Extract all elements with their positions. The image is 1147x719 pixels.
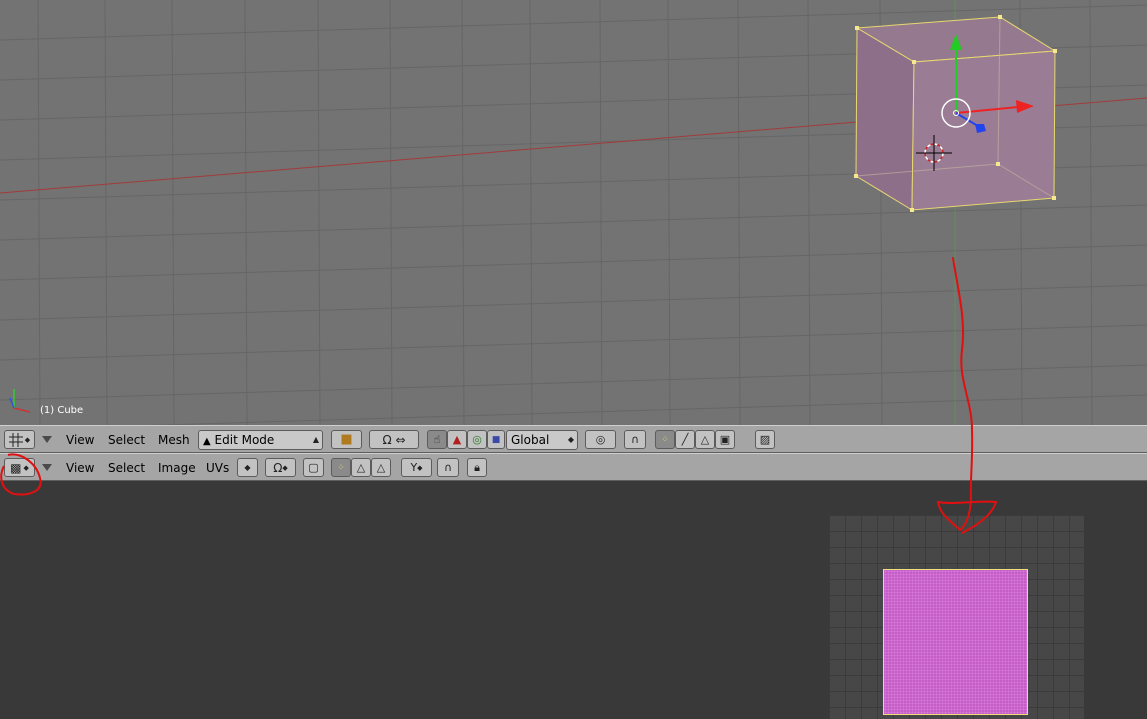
lock-icon[interactable]: 🔒︎	[467, 458, 487, 477]
rotate-icon[interactable]: ◎	[467, 430, 487, 449]
chevron-updown-icon: ◆	[567, 435, 574, 444]
orientation-select[interactable]: Global ◆	[506, 430, 578, 450]
scale-icon[interactable]: ■	[487, 430, 505, 449]
translate-icon[interactable]: ▲	[447, 430, 467, 449]
menu-select[interactable]: Select	[108, 460, 145, 476]
occlude-icon[interactable]: ▣	[715, 430, 735, 449]
proportional-icon[interactable]: ◎	[585, 430, 616, 449]
pivot-icon[interactable]: ◆	[237, 458, 258, 477]
mode-select-value: Edit Mode	[214, 433, 275, 447]
chevron-updown-icon: ▲	[312, 435, 319, 444]
y-fork-icon[interactable]: Y ◆	[401, 458, 432, 477]
menu-view[interactable]: View	[66, 460, 94, 476]
object-label: (1) Cube	[40, 405, 84, 416]
sticky-icon[interactable]: Ω ◆	[265, 458, 296, 477]
pivot-icon[interactable]: Ω ⇔	[369, 430, 419, 449]
image-editor-header: ▩ ◆ View Select Image UVs ◆ Ω ◆ ▢ ⁘ △ △ Y ◆…	[0, 453, 1147, 481]
edit-mode-icon: ▲	[203, 436, 211, 447]
collapse-menu-icon[interactable]	[42, 436, 52, 443]
orientation-select-value: Global	[511, 433, 550, 447]
uv-editor-area[interactable]	[0, 481, 1147, 719]
menu-uvs[interactable]: UVs	[206, 460, 229, 476]
viewport-grid	[0, 0, 1147, 425]
uv-sync-icon[interactable]: ▢	[303, 458, 324, 477]
render-icon[interactable]: ▨	[755, 430, 775, 449]
face-select-icon[interactable]: △	[695, 430, 715, 449]
edge-select-icon[interactable]: △	[351, 458, 371, 477]
3d-viewport[interactable]: (1) Cube	[0, 0, 1147, 425]
snap-icon[interactable]: ∩	[624, 430, 646, 449]
face-select-icon[interactable]: △	[371, 458, 391, 477]
edge-select-icon[interactable]: ╱	[675, 430, 695, 449]
view-axes-icon	[9, 389, 31, 413]
menu-select[interactable]: Select	[108, 432, 145, 448]
manipulator-hand-icon[interactable]: ☝	[427, 430, 447, 449]
snap-icon[interactable]: ∩	[437, 458, 459, 477]
menu-image[interactable]: Image	[158, 460, 196, 476]
vertex-select-icon[interactable]: ⁘	[655, 430, 675, 449]
menu-view[interactable]: View	[66, 432, 94, 448]
uv-face[interactable]	[883, 569, 1028, 715]
image-editor-icon[interactable]: ▩ ◆	[4, 458, 35, 477]
shading-icon[interactable]: ■	[331, 430, 362, 449]
menu-mesh[interactable]: Mesh	[158, 432, 190, 448]
grid-editor-icon[interactable]: ◆	[4, 430, 35, 449]
3d-view-header: ◆ View Select Mesh ▲ Edit Mode ▲ ■ Ω ⇔ ☝…	[0, 425, 1147, 453]
collapse-menu-icon[interactable]	[42, 464, 52, 471]
vertex-select-icon[interactable]: ⁘	[331, 458, 351, 477]
mode-select[interactable]: ▲ Edit Mode ▲	[198, 430, 323, 450]
